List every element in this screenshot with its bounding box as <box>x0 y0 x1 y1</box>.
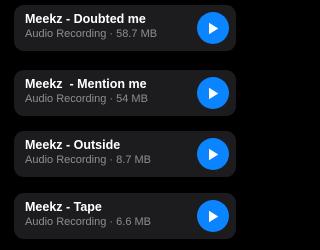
audio-size: 58.7 MB <box>116 28 158 40</box>
meta-separator: · <box>109 154 114 166</box>
audio-file-list: Meekz - Doubted me Audio Recording · 58.… <box>0 0 250 250</box>
play-button[interactable] <box>197 138 229 170</box>
play-icon <box>209 210 219 222</box>
play-icon <box>209 148 219 160</box>
audio-title: Meekz - Mention me <box>25 77 147 91</box>
audio-meta: Audio Recording · 58.7 MB <box>25 28 157 41</box>
audio-size: 54 MB <box>116 93 148 105</box>
play-icon <box>209 87 219 99</box>
audio-type: Audio Recording <box>25 216 107 228</box>
meta-separator: · <box>109 28 114 40</box>
audio-item[interactable]: Meekz - Mention me Audio Recording · 54 … <box>14 70 236 116</box>
audio-title: Meekz - Doubted me <box>25 12 146 26</box>
audio-meta: Audio Recording · 6.6 MB <box>25 216 151 229</box>
audio-type: Audio Recording <box>25 93 107 105</box>
play-icon <box>209 22 219 34</box>
play-button[interactable] <box>197 200 229 232</box>
audio-size: 6.6 MB <box>116 216 151 228</box>
audio-item[interactable]: Meekz - Outside Audio Recording · 8.7 MB <box>14 131 236 177</box>
meta-separator: · <box>109 216 114 228</box>
audio-meta: Audio Recording · 8.7 MB <box>25 154 151 167</box>
audio-title: Meekz - Tape <box>25 200 102 214</box>
audio-type: Audio Recording <box>25 154 107 166</box>
audio-title: Meekz - Outside <box>25 138 121 152</box>
meta-separator: · <box>109 93 114 105</box>
audio-item[interactable]: Meekz - Doubted me Audio Recording · 58.… <box>14 5 236 51</box>
audio-meta: Audio Recording · 54 MB <box>25 93 148 106</box>
play-button[interactable] <box>197 77 229 109</box>
audio-type: Audio Recording <box>25 28 107 40</box>
audio-size: 8.7 MB <box>116 154 151 166</box>
play-button[interactable] <box>197 12 229 44</box>
audio-item[interactable]: Meekz - Tape Audio Recording · 6.6 MB <box>14 193 236 239</box>
